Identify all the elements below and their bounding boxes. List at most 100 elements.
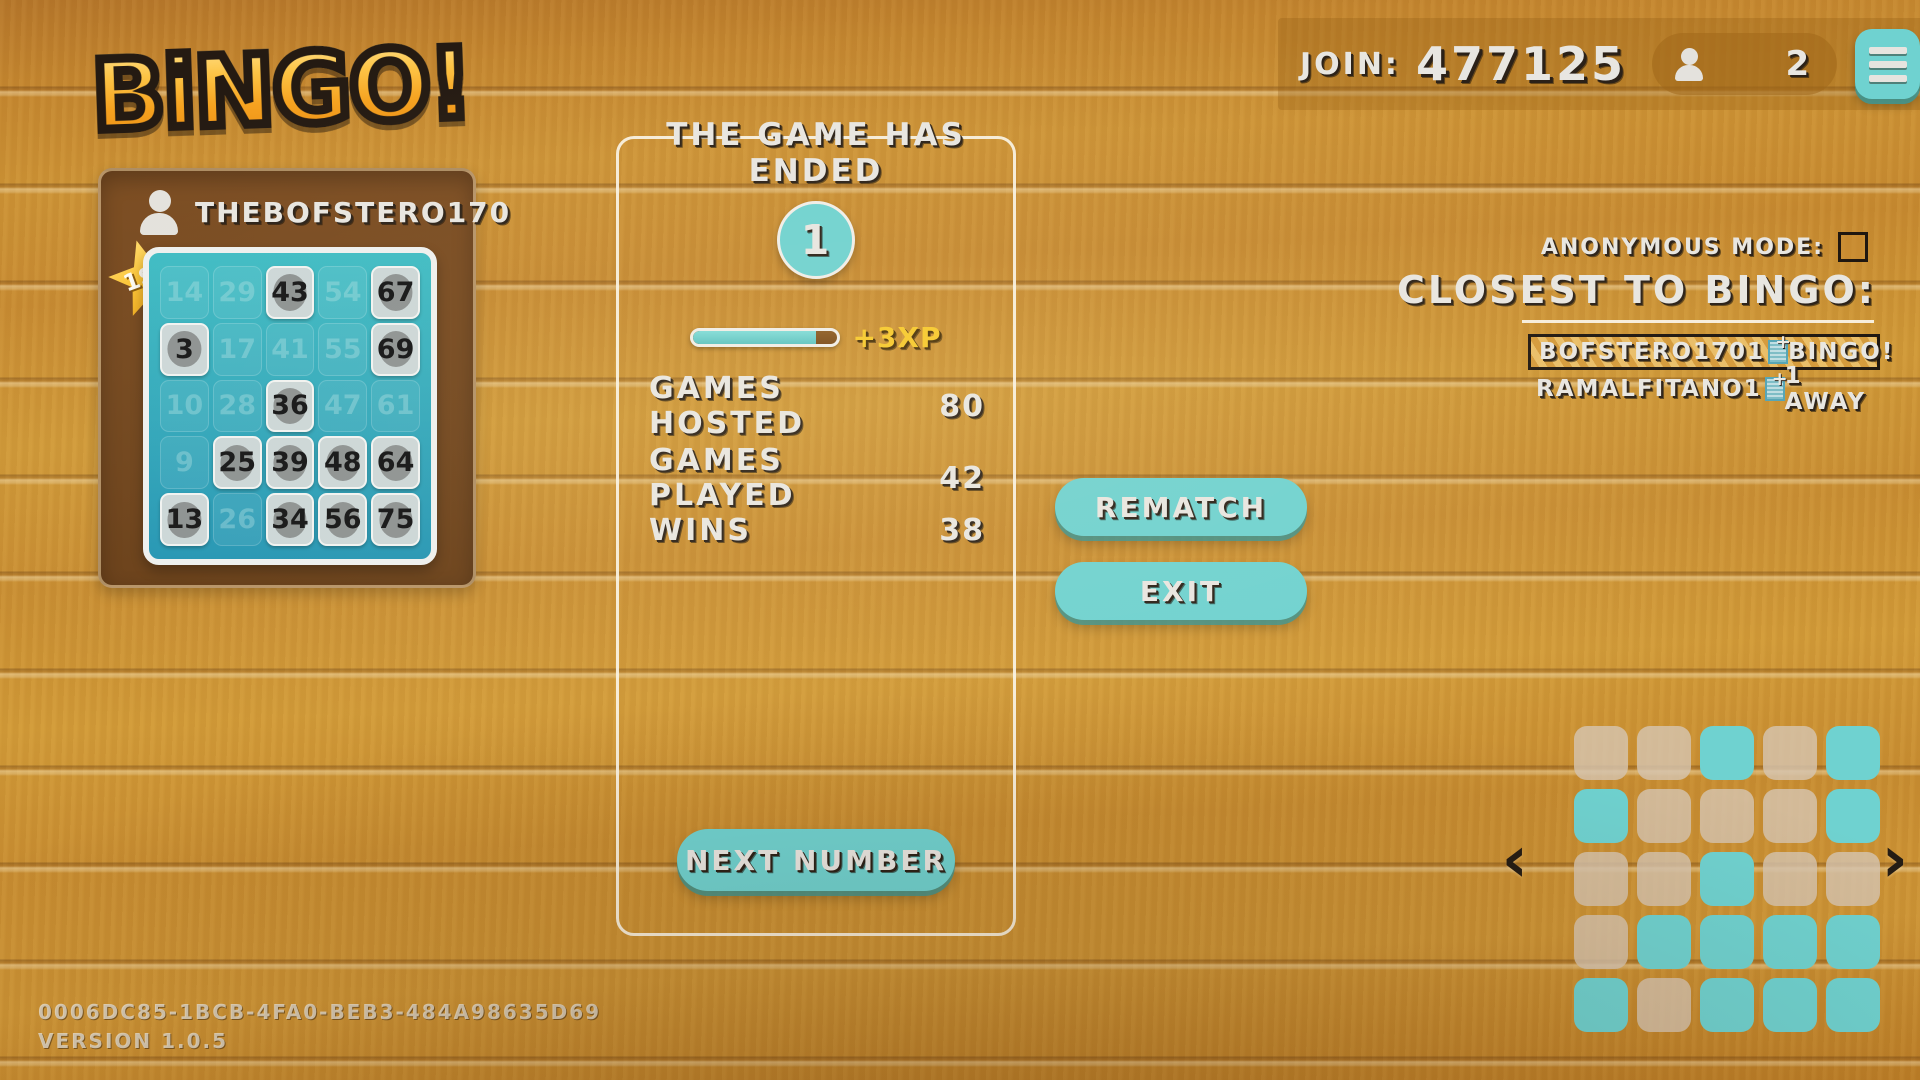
bingo-cell[interactable]: 75 xyxy=(371,493,420,546)
stat-label: WINS xyxy=(649,513,752,548)
bingo-cell[interactable]: 64 xyxy=(371,436,420,490)
minimap-cell[interactable] xyxy=(1637,789,1691,843)
bingo-cell[interactable]: 48 xyxy=(318,436,368,490)
bingo-cell[interactable]: 69 xyxy=(371,322,420,376)
bingo-cell[interactable]: 61 xyxy=(371,379,420,433)
bingo-cell[interactable]: 3 xyxy=(160,322,209,376)
minimap-cell[interactable] xyxy=(1826,852,1880,906)
minimap-cell[interactable] xyxy=(1574,726,1628,780)
minimap-cell[interactable] xyxy=(1700,852,1754,906)
minimap-cell[interactable] xyxy=(1826,915,1880,969)
stat-label: GAMES PLAYED xyxy=(649,443,796,513)
next-number-button[interactable]: NEXT NUMBER xyxy=(677,829,955,891)
minimap-cell[interactable] xyxy=(1637,915,1691,969)
minimap-cell[interactable] xyxy=(1574,978,1628,1032)
minimap-cell[interactable] xyxy=(1700,789,1754,843)
minimap-cell[interactable] xyxy=(1574,789,1628,843)
minimap-cell[interactable] xyxy=(1637,978,1691,1032)
minimap-cell[interactable] xyxy=(1763,726,1817,780)
minimap-cell[interactable] xyxy=(1763,789,1817,843)
bingo-cell[interactable]: 17 xyxy=(212,322,262,376)
top-bar: JOIN: 477125 2 xyxy=(1278,18,1920,110)
bingo-cell[interactable]: 25 xyxy=(212,436,262,490)
session-id: 0006DC85-1BCB-4FA0-BEB3-484A98635D69 xyxy=(38,1000,602,1024)
minimap-cell[interactable] xyxy=(1700,915,1754,969)
bingo-cell[interactable]: 13 xyxy=(160,493,209,546)
bingo-card[interactable]: 14 29 43 54 67 3 17 41 55 69 10 28 36 47 61 9 25 39 48 64 13… xyxy=(143,247,437,565)
xp-progress-bar xyxy=(690,328,841,347)
minimap-cell[interactable] xyxy=(1574,852,1628,906)
minimap-cell[interactable] xyxy=(1826,789,1880,843)
card-username: THEBOFSTERO170 xyxy=(195,195,512,229)
bingo-cell-number: 14 xyxy=(165,276,204,308)
closest-row-name: BOFSTERO170 xyxy=(1539,339,1748,365)
bingo-cell-number: 61 xyxy=(376,390,415,422)
closest-row-count-value: 1 xyxy=(1747,339,1766,365)
next-card-arrow-icon[interactable]: › xyxy=(1882,828,1908,892)
hamburger-menu-icon[interactable] xyxy=(1855,29,1920,99)
closest-row-status: BINGO! xyxy=(1788,339,1895,365)
bingo-cell[interactable]: 56 xyxy=(318,493,368,546)
minimap-cell[interactable] xyxy=(1763,978,1817,1032)
bingo-cell-number: 64 xyxy=(376,447,415,479)
player-count-badge: 2 xyxy=(1651,33,1838,95)
bingo-cell[interactable]: 41 xyxy=(265,322,315,376)
minimap-cell[interactable] xyxy=(1763,852,1817,906)
stat-row: GAMES PLAYED 42 xyxy=(649,443,985,513)
stat-value: 80 xyxy=(939,388,985,424)
player-count: 2 xyxy=(1785,44,1812,84)
bingo-cell-number: 67 xyxy=(376,276,415,308)
bingo-cell-number: 47 xyxy=(324,390,362,422)
minimap-cell[interactable] xyxy=(1700,978,1754,1032)
card-minimap[interactable] xyxy=(1574,726,1880,1032)
minimap-cell[interactable] xyxy=(1763,915,1817,969)
bingo-cell[interactable]: 67 xyxy=(371,266,420,319)
closest-row-count: 1 xyxy=(1744,370,1790,402)
bingo-cell[interactable]: 26 xyxy=(212,493,262,546)
bingo-cell-number: 75 xyxy=(376,504,415,536)
bingo-cell[interactable]: 10 xyxy=(160,379,209,433)
bingo-cell[interactable]: 47 xyxy=(318,379,368,433)
join-label: JOIN: xyxy=(1300,46,1400,82)
bingo-cell[interactable]: 29 xyxy=(212,266,262,319)
bingo-cell[interactable]: 54 xyxy=(318,266,368,319)
rematch-button[interactable]: REMATCH xyxy=(1055,478,1307,536)
card-user-row: THEBOFSTERO170 xyxy=(139,189,511,235)
minimap-cell[interactable] xyxy=(1574,915,1628,969)
bingo-cell-number: 43 xyxy=(271,276,309,308)
bingo-cell-number: 25 xyxy=(218,447,256,479)
anonymous-mode-row: ANONYMOUS MODE: xyxy=(1541,232,1868,262)
closest-row-name: RAMALFITANO xyxy=(1536,376,1744,402)
anonymous-mode-checkbox[interactable] xyxy=(1838,232,1868,262)
footer: 0006DC85-1BCB-4FA0-BEB3-484A98635D69 VER… xyxy=(38,998,601,1056)
bingo-grid: 14 29 43 54 67 3 17 41 55 69 10 28 36 47 61 9 25 39 48 64 13… xyxy=(160,266,420,546)
exit-button[interactable]: EXIT xyxy=(1055,562,1307,620)
bingo-card-icon xyxy=(1768,333,1793,364)
bingo-logo: BiNGO! xyxy=(86,23,477,157)
minimap-cell[interactable] xyxy=(1826,978,1880,1032)
minimap-cell[interactable] xyxy=(1637,852,1691,906)
bingo-cell-number: 48 xyxy=(324,447,362,479)
minimap-cell[interactable] xyxy=(1700,726,1754,780)
bingo-cell-number: 10 xyxy=(165,390,204,422)
bingo-cell[interactable]: 55 xyxy=(318,322,368,376)
bingo-cell[interactable]: 39 xyxy=(265,436,315,490)
closest-row: RAMALFITANO 1 1 AWAY xyxy=(1528,363,1880,415)
bingo-cell[interactable]: 34 xyxy=(265,493,315,546)
prev-card-arrow-icon[interactable]: ‹ xyxy=(1502,828,1528,892)
bingo-cell[interactable]: 14 xyxy=(160,266,209,319)
bingo-cell-number: 56 xyxy=(324,504,362,536)
bingo-cell[interactable]: 28 xyxy=(212,379,262,433)
minimap-cell[interactable] xyxy=(1637,726,1691,780)
bingo-cell-number: 29 xyxy=(218,276,256,308)
round-number-badge: 1 xyxy=(777,201,855,279)
player-card-panel: THEBOFSTERO170 1ST 142943546731741556910… xyxy=(98,168,509,588)
divider xyxy=(1522,320,1874,323)
bingo-cell[interactable]: 9 xyxy=(160,436,209,490)
minimap-cell[interactable] xyxy=(1826,726,1880,780)
stat-value: 42 xyxy=(939,460,985,496)
bingo-cell[interactable]: 43 xyxy=(265,266,315,319)
bingo-cell-number: 41 xyxy=(271,333,309,365)
game-screen: JOIN: 477125 2 BiNGO! THEBOFSTERO170 1ST… xyxy=(0,0,1920,1080)
bingo-cell[interactable]: 36 xyxy=(265,379,315,433)
